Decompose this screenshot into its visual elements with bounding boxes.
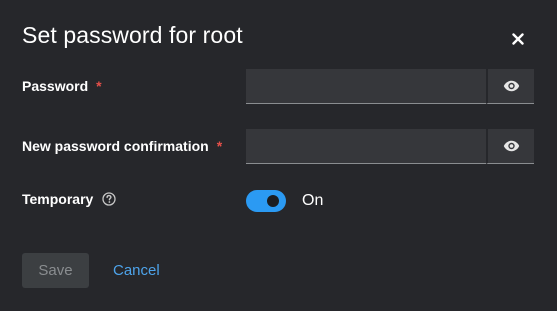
confirmation-label-row: New password confirmation * — [22, 138, 222, 154]
password-field-group — [246, 69, 534, 104]
toggle-state-label: On — [302, 192, 324, 209]
save-button[interactable]: Save — [22, 253, 89, 288]
temporary-toggle[interactable] — [246, 190, 286, 212]
required-indicator: * — [216, 138, 223, 154]
password-input[interactable] — [246, 69, 486, 104]
password-label-row: Password * — [22, 78, 102, 94]
password-label: Password — [22, 78, 89, 94]
eye-icon — [503, 80, 519, 92]
close-button[interactable] — [505, 26, 531, 52]
temporary-label: Temporary — [22, 191, 94, 207]
password-confirmation-input[interactable] — [246, 129, 486, 164]
set-password-dialog: Set password for root Password * New pas… — [0, 0, 557, 311]
confirmation-field-group — [246, 129, 534, 164]
temporary-label-row: Temporary — [22, 191, 116, 207]
dialog-title: Set password for root — [22, 22, 243, 48]
toggle-knob — [267, 195, 279, 207]
help-icon[interactable] — [102, 192, 116, 206]
eye-icon — [503, 140, 519, 152]
cancel-button[interactable]: Cancel — [113, 253, 160, 288]
show-password-button[interactable] — [486, 69, 534, 104]
confirmation-label: New password confirmation — [22, 138, 209, 154]
show-confirmation-button[interactable] — [486, 129, 534, 164]
close-icon — [512, 33, 524, 45]
temporary-switch-group: On — [246, 190, 323, 212]
required-indicator: * — [96, 78, 102, 94]
